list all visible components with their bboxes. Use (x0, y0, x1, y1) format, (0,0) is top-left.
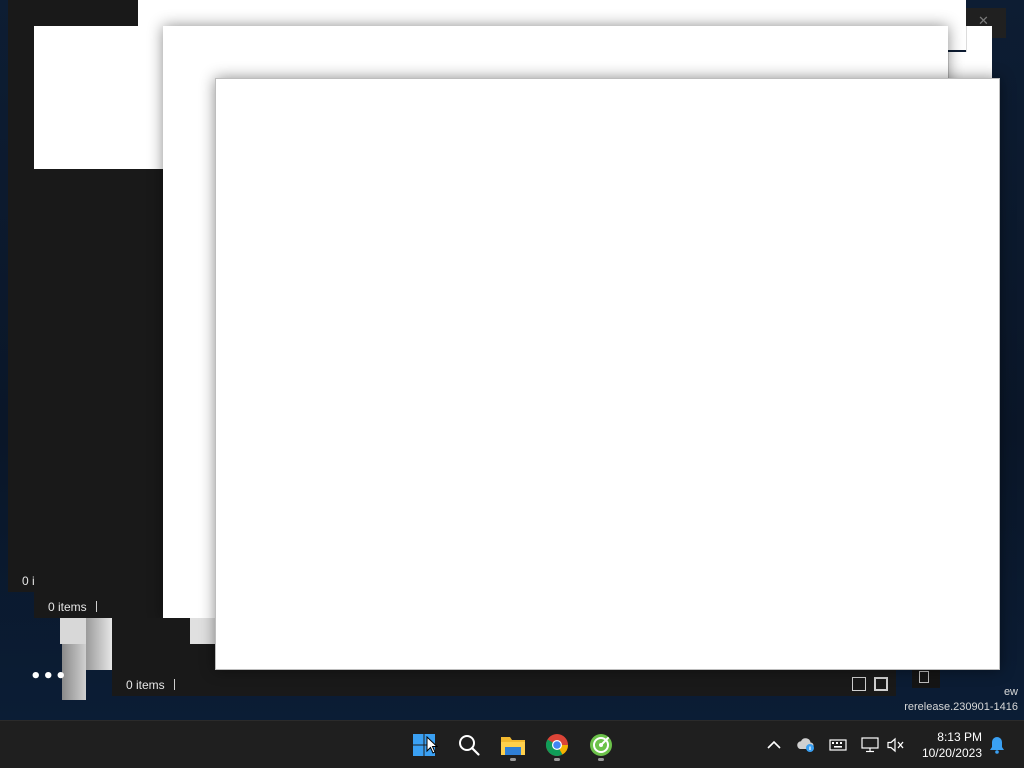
watermark-line2: rerelease.230901-1416 (904, 701, 1018, 713)
desktop: 0 i ✕ 0 items 0 items ••• ew rerelease.2… (0, 0, 1024, 720)
touch-keyboard-button[interactable] (828, 735, 848, 755)
file-explorer-button[interactable] (495, 727, 531, 763)
status-item-count: 0 items (48, 600, 87, 614)
mouse-cursor-icon (426, 736, 438, 754)
keyboard-icon (829, 739, 847, 751)
green-app-button[interactable] (583, 727, 619, 763)
green-circle-app-icon (590, 734, 612, 756)
more-options-icon[interactable]: ••• (30, 668, 68, 686)
status-item-count: 0 i (22, 574, 35, 588)
window-header-white (34, 26, 174, 169)
volume-muted-icon (887, 737, 904, 753)
chrome-button[interactable] (539, 727, 575, 763)
running-indicator (598, 758, 604, 761)
network-tray-button[interactable] (860, 735, 880, 755)
taskbar: 8:13 PM 10/20/2023 (0, 720, 1024, 768)
details-view-icon[interactable] (852, 677, 866, 691)
window-fragment (190, 618, 216, 644)
watermark-line1: ew (1003, 686, 1018, 698)
window-fragment (86, 618, 112, 670)
clock[interactable]: 8:13 PM 10/20/2023 (922, 729, 982, 761)
search-icon (459, 735, 480, 756)
folder-icon (501, 737, 525, 755)
clock-date: 10/20/2023 (921, 746, 982, 760)
explorer-window-mid[interactable]: 0 items (34, 26, 174, 618)
window-fragment-right (912, 668, 940, 688)
tiles-view-icon[interactable] (874, 677, 888, 691)
search-button[interactable] (451, 727, 487, 763)
chrome-icon (546, 734, 568, 756)
window-fragment (60, 618, 86, 644)
volume-tray-button[interactable] (886, 735, 906, 755)
status-separator (96, 601, 97, 612)
running-indicator (510, 758, 516, 761)
status-item-count: 0 items (126, 678, 165, 692)
clock-time: 8:13 PM (937, 730, 982, 744)
notification-button[interactable] (987, 735, 1007, 755)
status-separator (174, 679, 175, 690)
window-front[interactable] (215, 78, 1000, 670)
onedrive-tray-button[interactable] (796, 735, 816, 755)
start-button[interactable] (406, 727, 442, 763)
running-indicator (554, 758, 560, 761)
trash-icon (919, 671, 929, 683)
show-hidden-icons-button[interactable] (764, 735, 784, 755)
chevron-up-icon (767, 740, 781, 749)
bell-icon (990, 737, 1004, 754)
network-icon (861, 737, 879, 753)
onedrive-icon (797, 738, 814, 752)
